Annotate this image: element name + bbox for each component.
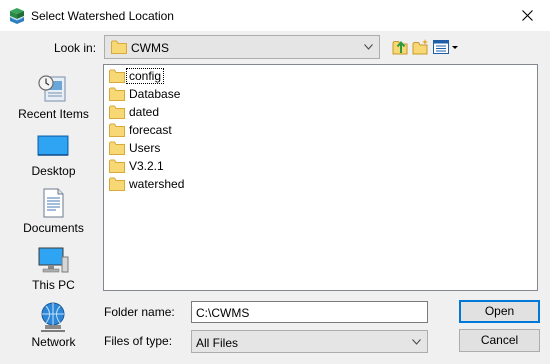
folder-icon [109,177,125,191]
folder-icon [111,40,127,54]
folder-icon [109,141,125,155]
folder-name-field[interactable]: C:\CWMS [191,301,428,323]
close-icon [521,10,533,21]
file-name: Database [129,87,181,101]
file-list[interactable]: config Database dated forecast Users V3.… [103,64,538,291]
file-name: config [125,68,165,84]
folder-icon [109,123,125,137]
new-folder-icon[interactable] [412,38,430,56]
look-in-label: Look in: [54,41,97,55]
window-title: Select Watershed Location [31,9,174,23]
place-documents[interactable]: Documents [10,183,97,241]
cancel-button[interactable]: Cancel [459,329,540,352]
network-icon [41,302,65,332]
files-of-type-value: All Files [196,336,239,350]
close-button[interactable] [504,0,550,31]
up-folder-icon[interactable] [392,38,410,56]
place-network[interactable]: Network [10,297,97,355]
files-of-type-dropdown[interactable]: All Files [191,330,428,353]
places-bar: Recent Items Desktop Documents This PC N… [10,63,97,357]
look-in-dropdown[interactable]: CWMS [104,35,380,59]
recent-items-icon [38,75,66,102]
folder-name-value: C:\CWMS [196,306,250,320]
chevron-down-icon [412,339,421,345]
folder-icon [109,87,125,101]
folder-icon [109,159,125,173]
place-label: This PC [32,278,75,292]
view-menu-icon[interactable] [432,38,460,56]
place-label: Desktop [31,164,76,178]
files-of-type-label: Files of type: [104,334,173,348]
folder-icon [109,69,125,83]
place-label: Documents [23,221,84,235]
chevron-down-icon [364,44,373,50]
file-name: Users [129,141,161,155]
open-button[interactable]: Open [459,300,540,323]
file-name: dated [129,105,160,119]
place-this-pc[interactable]: This PC [10,240,97,298]
place-label: Network [31,335,76,349]
look-in-value: CWMS [131,41,169,55]
file-name: forecast [129,123,172,137]
documents-icon [43,188,64,218]
place-desktop[interactable]: Desktop [10,126,97,184]
desktop-icon [37,135,69,156]
file-name: V3.2.1 [129,159,164,173]
place-recent-items[interactable]: Recent Items [10,69,97,127]
watershed-app-icon [10,8,24,24]
folder-name-label: Folder name: [104,305,175,319]
title-bar: Select Watershed Location [0,0,550,31]
computer-icon [38,247,69,273]
file-name: watershed [129,177,185,191]
folder-icon [109,105,125,119]
place-label: Recent Items [18,107,89,121]
